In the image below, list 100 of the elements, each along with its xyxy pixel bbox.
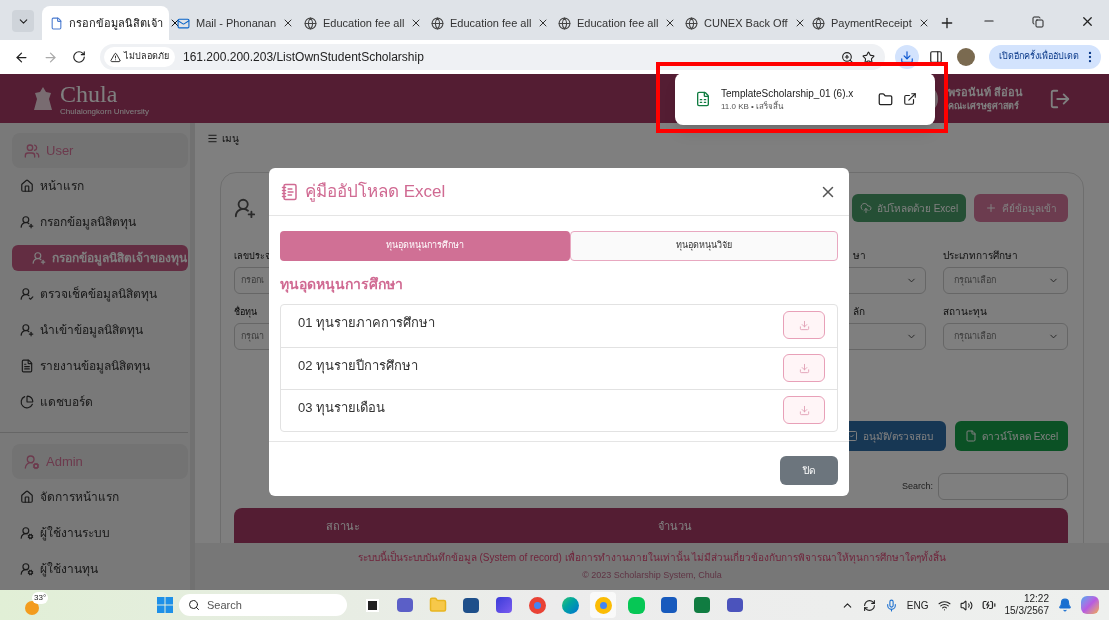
star-icon[interactable] xyxy=(862,50,875,64)
field-label: ลัก xyxy=(853,306,865,317)
browser-tab[interactable]: PaymentReceipt xyxy=(804,6,931,40)
modal-tab[interactable]: ทุนอุดหนุนวิจัย xyxy=(570,231,838,261)
search-label: Search: xyxy=(901,479,933,493)
browser-tab[interactable]: CUNEX Back Off xyxy=(677,6,804,40)
footer-notice: ระบบนี้เป็นระบบบันทึกข้อมูล (System of record) เพื่อการทำงานภายในเท่านั้น ไม่มีส่วนเกี่ยวข้องกับการพิจารณาให้ทุนการศึกษาใดๆทั้งสิ้น xyxy=(357,550,947,566)
logout-icon[interactable] xyxy=(1049,87,1071,110)
taskbar-search-field[interactable]: Search xyxy=(179,594,347,616)
field-label: เลขประจ xyxy=(234,251,270,261)
select-field[interactable]: กรุณาเลือก xyxy=(943,267,1068,294)
field-label: สถานะทุน xyxy=(943,306,987,317)
crest-logo-icon xyxy=(32,85,54,112)
sidebar-item[interactable]: กรอกข้อมูลนิสิตทุน xyxy=(12,209,188,235)
user-check-icon xyxy=(20,287,34,301)
download-details: 11.0 KB • เสร็จสิ้น xyxy=(721,100,785,113)
user-gear-icon xyxy=(20,562,34,576)
browser-icon[interactable] xyxy=(590,592,616,618)
plus-icon xyxy=(985,202,997,214)
user-plus-icon xyxy=(20,323,34,337)
downloaded-file-name[interactable]: TemplateScholarship_01 (6).x xyxy=(721,85,854,101)
warning-icon xyxy=(110,51,121,63)
copyright-text: © 2023 Scholarship System, Chula xyxy=(582,569,722,583)
mail-icon xyxy=(177,16,190,30)
sidebar-item[interactable]: ผู้ใช้งานทุน xyxy=(12,556,188,582)
profile-avatar[interactable] xyxy=(957,48,975,66)
globe-icon xyxy=(304,16,317,30)
cloud-upload-icon xyxy=(859,202,872,214)
close-button[interactable]: ปิด xyxy=(780,456,838,485)
clock-time: 12:22 xyxy=(1023,593,1049,605)
template-name: 01 ทุนรายภาคการศึกษา xyxy=(298,314,436,333)
speaker-icon[interactable] xyxy=(959,598,973,612)
restore-icon[interactable] xyxy=(1032,16,1044,28)
action-button[interactable]: คีย์ข้อมูลเข้า xyxy=(974,194,1068,222)
user-plus-icon xyxy=(20,215,34,229)
microphone-icon[interactable] xyxy=(884,598,898,612)
action-button[interactable]: ดาวน์โหลด Excel xyxy=(955,421,1068,451)
spreadsheet-file-icon xyxy=(695,91,711,107)
modal-tab[interactable]: ทุนอุดหนุนการศึกษา xyxy=(280,231,570,261)
user-gear-icon xyxy=(24,453,40,470)
sidebar-item[interactable]: นำเข้าข้อมูลนิสิตทุน xyxy=(12,317,188,343)
sync-icon[interactable] xyxy=(862,598,876,612)
house-icon xyxy=(20,179,34,193)
browser-tab[interactable]: Mail - Phonanan xyxy=(169,6,296,40)
user-gear-icon xyxy=(20,526,34,540)
section-title: User xyxy=(46,141,74,160)
download-icon xyxy=(900,50,914,64)
tab-title: PaymentReceipt xyxy=(831,15,912,31)
house-icon xyxy=(20,490,34,504)
field-label: ชื่อทุน xyxy=(234,307,257,317)
download-icon xyxy=(798,362,810,374)
sidebar-item[interactable]: จัดการหน้าแรก xyxy=(12,484,188,510)
tab-list-button[interactable] xyxy=(12,10,34,32)
browser-tab[interactable]: Education fee all xyxy=(423,6,550,40)
sidebar-item[interactable]: หน้าแรก xyxy=(12,173,188,199)
address-bar[interactable]: ไม่ปลอดภัย 161.200.200.203/ListOwnStudentScholarship xyxy=(100,44,885,70)
search-field[interactable] xyxy=(938,473,1068,500)
notebook-icon xyxy=(281,182,299,201)
template-name: 03 ทุนรายเดือน xyxy=(298,399,386,418)
sidebar-item[interactable]: แดชบอร์ด xyxy=(12,389,188,415)
back-icon[interactable] xyxy=(14,49,29,65)
security-chip[interactable]: ไม่ปลอดภัย xyxy=(104,47,175,67)
new-tab-icon[interactable] xyxy=(939,15,955,31)
browser-tab[interactable]: Education fee all xyxy=(550,6,677,40)
folder-icon[interactable] xyxy=(878,91,893,107)
assistant-icon[interactable] xyxy=(1081,596,1099,614)
menu-icon[interactable] xyxy=(207,132,218,144)
sidebar-item[interactable]: รายงานข้อมูลนิสิตทุน xyxy=(12,353,188,379)
globe-icon xyxy=(431,16,444,30)
update-button[interactable]: เปิดอีกครั้งเพื่ออัปเดต xyxy=(989,45,1101,69)
users-icon xyxy=(24,142,40,159)
wifi-icon[interactable] xyxy=(937,598,951,612)
reload-icon[interactable] xyxy=(72,50,86,64)
globe-icon xyxy=(558,16,571,30)
column-header: จำนวน xyxy=(658,519,692,534)
external-link-icon[interactable] xyxy=(903,92,917,106)
template-name: 02 ทุนรายปีการศึกษา xyxy=(298,357,419,376)
tab-title: Education fee all xyxy=(323,15,405,31)
bell-icon[interactable] xyxy=(1058,598,1072,612)
column-header: สถานะ xyxy=(326,519,360,534)
action-button[interactable]: อัปโหลดด้วย Excel xyxy=(852,194,966,222)
clock-date: 15/3/2567 xyxy=(1004,605,1049,617)
zoom-icon[interactable] xyxy=(841,50,854,64)
close-icon[interactable] xyxy=(1080,14,1095,29)
search-icon xyxy=(188,599,200,611)
user-plus-icon xyxy=(234,197,256,219)
url-text: 161.200.200.203/ListOwnStudentScholarship xyxy=(183,49,424,66)
field-label: ษา xyxy=(853,250,866,261)
battery-icon[interactable] xyxy=(981,598,996,612)
sidebar-item[interactable]: ผู้ใช้งานระบบ xyxy=(12,520,188,546)
sidebar-item[interactable]: ตรวจเช็คข้อมูลนิสิตทุน xyxy=(12,281,188,307)
side-panel-icon[interactable] xyxy=(929,50,943,64)
sidebar-item[interactable]: กรอกข้อมูลนิสิตเจ้าของทุน xyxy=(12,245,188,271)
select-field[interactable]: กรุณาเลือก xyxy=(943,323,1068,350)
language-indicator[interactable]: ENG xyxy=(906,597,929,613)
page-icon xyxy=(50,16,63,30)
pie-chart-icon xyxy=(20,395,34,409)
section-title: Admin xyxy=(46,452,83,471)
browser-tab[interactable]: Education fee all xyxy=(296,6,423,40)
modal-title: คู่มืออัปโหลด Excel xyxy=(305,180,446,204)
